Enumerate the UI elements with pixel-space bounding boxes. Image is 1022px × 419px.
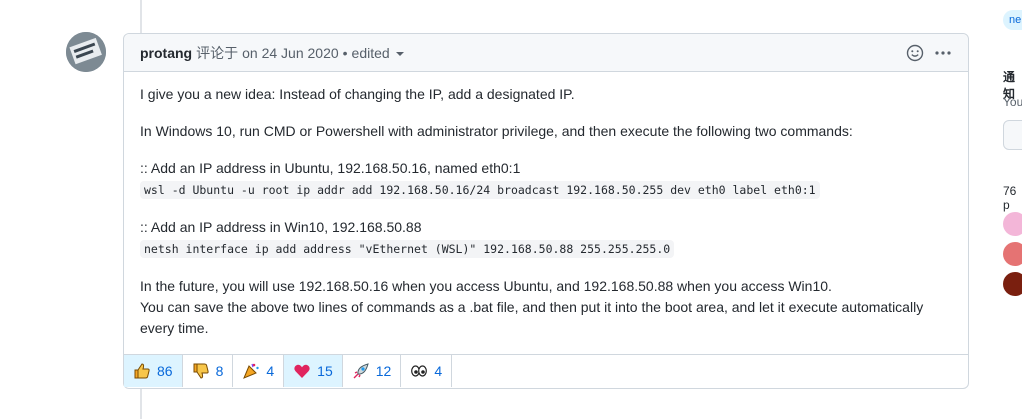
heart-icon: [293, 362, 311, 380]
kebab-menu-icon[interactable]: [934, 44, 952, 62]
thumbs-up-icon: [133, 362, 151, 380]
paragraph-3: :: Add an IP address in Ubuntu, 192.168.…: [140, 158, 952, 201]
separator: •: [342, 44, 348, 61]
paragraph-5-line-2: You can save the above two lines of comm…: [140, 299, 924, 336]
reaction-party[interactable]: 4: [233, 355, 285, 387]
ubuntu-command-code: wsl -d Ubuntu -u root ip addr add 192.16…: [140, 181, 820, 199]
edited-label[interactable]: edited: [352, 45, 390, 61]
subscribe-button[interactable]: [1003, 120, 1022, 150]
comment-body: I give you a new idea: Instead of changi…: [124, 72, 968, 339]
sidebar-notifications-subtitle: You: [1003, 95, 1022, 109]
comment-author[interactable]: protang: [140, 45, 192, 61]
paragraph-2: In Windows 10, run CMD or Powershell wit…: [140, 123, 853, 139]
comment-action: 评论于: [196, 44, 239, 61]
eyes-icon: [410, 362, 428, 380]
comment-card: protang 评论于 on 24 Jun 2020 • edited I gi…: [123, 33, 969, 389]
reaction-thumbs-up[interactable]: 86: [124, 355, 183, 387]
rocket-icon: [352, 362, 370, 380]
heart-count: 15: [317, 363, 333, 379]
ubuntu-command-comment: :: Add an IP address in Ubuntu, 192.168.…: [140, 160, 521, 176]
party-count: 4: [266, 363, 275, 379]
participant-avatar[interactable]: [1003, 242, 1022, 266]
win10-command-code: netsh interface ip add address "vEtherne…: [140, 240, 675, 258]
paragraph-5: In the future, you will use 192.168.50.1…: [140, 276, 952, 339]
thumbs-up-count: 86: [157, 363, 173, 379]
reaction-heart[interactable]: 15: [284, 355, 343, 387]
comment-header: protang 评论于 on 24 Jun 2020 • edited: [124, 34, 968, 72]
thumbs-down-count: 8: [215, 363, 224, 379]
paragraph-1: I give you a new idea: Instead of changi…: [140, 86, 575, 102]
thumbs-down-icon: [192, 362, 210, 380]
reaction-rocket[interactable]: 12: [343, 355, 402, 387]
sidebar-label-badge[interactable]: ne: [1003, 10, 1022, 30]
eyes-count: 4: [434, 363, 443, 379]
win10-command-comment: :: Add an IP address in Win10, 192.168.5…: [140, 219, 422, 235]
rocket-count: 12: [375, 363, 392, 379]
smiley-icon[interactable]: [906, 44, 924, 62]
reaction-eyes[interactable]: 4: [401, 355, 453, 387]
chevron-down-icon[interactable]: [395, 51, 404, 56]
reactions-bar: 86 8 4 15 12 4: [124, 354, 968, 388]
comment-date[interactable]: on 24 Jun 2020: [242, 45, 339, 61]
paragraph-5-line-1: In the future, you will use 192.168.50.1…: [140, 278, 832, 294]
participant-avatar[interactable]: [1003, 272, 1022, 296]
participant-avatar[interactable]: [1003, 212, 1022, 236]
reaction-thumbs-down[interactable]: 8: [183, 355, 234, 387]
paragraph-4: :: Add an IP address in Win10, 192.168.5…: [140, 217, 952, 260]
party-popper-icon: [242, 362, 260, 380]
author-avatar[interactable]: [66, 32, 106, 72]
participants-count: 76 p: [1003, 184, 1017, 212]
